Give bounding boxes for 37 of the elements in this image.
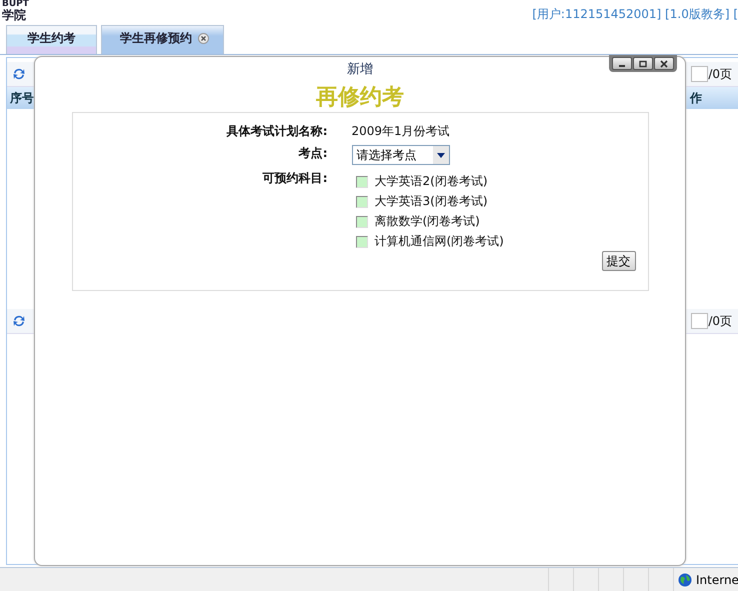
close-icon <box>659 60 669 68</box>
plan-name: 2009年1月份考试 <box>352 123 451 140</box>
column-header: 序号 <box>10 90 34 106</box>
checkbox[interactable] <box>356 216 368 228</box>
field-label: 具体考试计划名称: <box>226 123 328 140</box>
checkbox[interactable] <box>356 196 368 208</box>
tab[interactable]: 学生约考 <box>6 25 97 54</box>
form-heading: 再修约考 <box>316 83 404 112</box>
page-input[interactable] <box>691 66 708 82</box>
subject-label: 离散数学(闭卷考试) <box>374 213 480 230</box>
dropdown-arrow-icon <box>436 152 444 158</box>
subject-label: 大学英语3(闭卷考试) <box>374 193 488 210</box>
maximize-icon <box>638 60 648 68</box>
site-select[interactable]: 请选择考点 <box>352 145 450 165</box>
close-icon[interactable] <box>198 32 209 44</box>
field-label: 考点: <box>298 145 328 162</box>
globe-icon <box>678 572 692 586</box>
field-label: 可预约科目: <box>262 170 328 187</box>
column-header: 作 <box>690 90 702 106</box>
refresh-icon[interactable] <box>12 67 26 81</box>
close-button[interactable] <box>654 57 674 70</box>
maximize-button[interactable] <box>633 57 653 70</box>
security-zone: Interne <box>696 572 738 586</box>
page-input[interactable] <box>691 313 708 329</box>
subject-label: 计算机通信网(闭卷考试) <box>374 233 504 250</box>
submit-button[interactable]: 提交 <box>602 251 636 271</box>
school-name: 学院 <box>2 9 27 21</box>
checkbox[interactable] <box>356 236 368 248</box>
user-info: [用户:112151452001] [1.0版教务] [ <box>532 6 738 23</box>
subject-label: 大学英语2(闭卷考试) <box>374 173 488 190</box>
checkbox[interactable] <box>356 176 368 188</box>
refresh-icon[interactable] <box>12 314 26 328</box>
tab[interactable]: 学生再修预约 <box>101 25 224 54</box>
dialog-title: 新增 <box>347 61 373 76</box>
page-count: /0页 <box>708 66 732 82</box>
minimize-button[interactable] <box>612 57 632 70</box>
page-count: /0页 <box>708 312 732 330</box>
